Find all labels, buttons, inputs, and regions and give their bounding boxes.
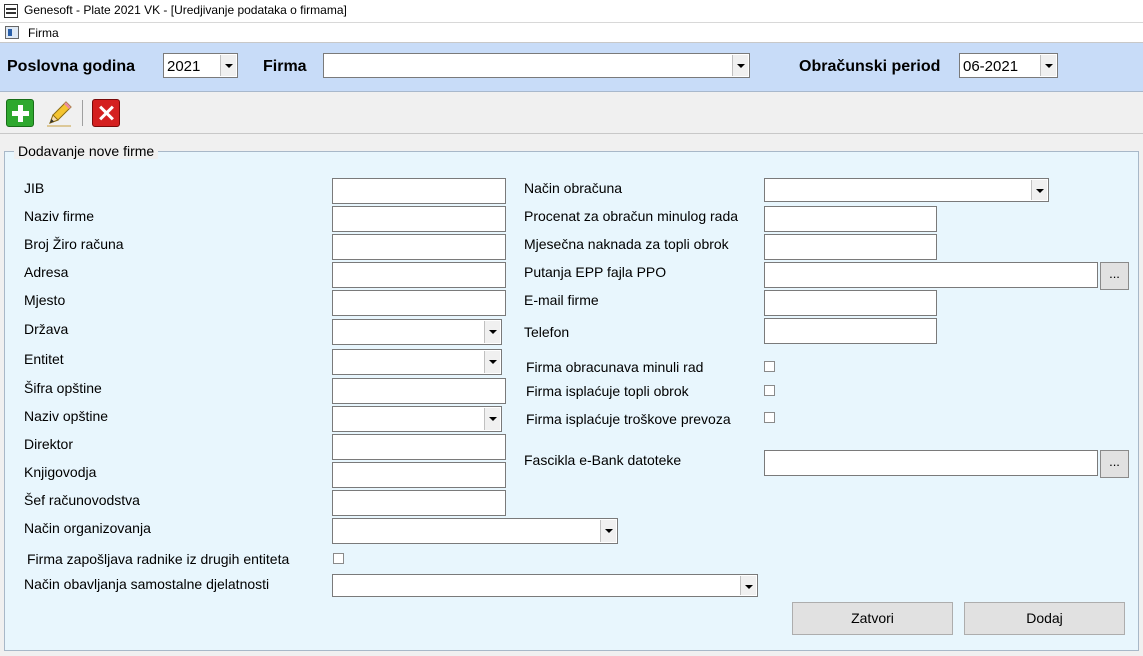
naziv-firme-label: Naziv firme (24, 208, 95, 224)
chevron-down-icon[interactable] (600, 520, 616, 542)
mjesto-input[interactable] (332, 290, 506, 316)
fascikla-browse-button[interactable]: ... (1100, 450, 1129, 478)
putanja-label: Putanja EPP fajla PPO (524, 264, 667, 280)
entitet-select[interactable] (332, 349, 502, 375)
firma-zaposljava-label: Firma zapošljava radnike iz drugih entit… (27, 551, 290, 567)
nacin-obracuna-label: Način obračuna (524, 180, 623, 196)
topli-obrok-label: Firma isplaćuje topli obrok (526, 383, 689, 399)
toolbar-separator (82, 100, 83, 126)
jib-label: JIB (24, 180, 45, 196)
topli-obrok-checkbox[interactable] (764, 385, 775, 396)
chevron-down-icon[interactable] (484, 321, 500, 343)
naknada-input[interactable] (764, 234, 937, 260)
period-value: 06-2021 (963, 58, 1019, 75)
menu-bar: Firma (0, 23, 1143, 43)
sifra-opstine-label: Šifra opštine (24, 380, 102, 396)
adresa-input[interactable] (332, 262, 506, 288)
naziv-opstine-label: Naziv opštine (24, 408, 109, 424)
telefon-input[interactable] (764, 318, 937, 344)
filter-bar: Poslovna godina 2021 Firma Obračunski pe… (0, 43, 1143, 92)
period-label: Obračunski period (799, 58, 941, 75)
minuli-rad-checkbox[interactable] (764, 361, 775, 372)
naziv-opstine-select[interactable] (332, 406, 502, 432)
ziro-input[interactable] (332, 234, 506, 260)
add-icon[interactable] (6, 99, 34, 127)
chevron-down-icon[interactable] (1031, 180, 1047, 200)
fascikla-input[interactable] (764, 450, 1098, 476)
procenat-label: Procenat za obračun minulog rada (524, 208, 739, 224)
godina-select[interactable]: 2021 (163, 53, 238, 78)
menu-firma[interactable]: Firma (28, 26, 59, 40)
email-label: E-mail firme (524, 292, 599, 308)
delete-icon[interactable] (92, 99, 120, 127)
zatvori-button[interactable]: Zatvori (792, 602, 953, 635)
pencil-icon[interactable] (44, 98, 74, 128)
drzava-select[interactable] (332, 319, 502, 345)
chevron-down-icon[interactable] (484, 351, 500, 373)
dodaj-button[interactable]: Dodaj (964, 602, 1125, 635)
group-title: Dodavanje nove firme (14, 143, 159, 159)
title-bar: Genesoft - Plate 2021 VK - [Uredjivanje … (0, 0, 1143, 23)
knjigovodja-input[interactable] (332, 462, 506, 488)
adresa-label: Adresa (24, 264, 69, 280)
prevoz-label: Firma isplaćuje troškove prevoza (526, 411, 731, 427)
window-title: Genesoft - Plate 2021 VK - [Uredjivanje … (24, 3, 347, 17)
firma-zaposljava-checkbox[interactable] (333, 553, 344, 564)
chevron-down-icon[interactable] (732, 55, 748, 76)
app-icon (4, 4, 18, 18)
chevron-down-icon[interactable] (220, 55, 236, 76)
telefon-label: Telefon (524, 324, 570, 340)
jib-input[interactable] (332, 178, 506, 204)
prevoz-checkbox[interactable] (764, 412, 775, 423)
email-input[interactable] (764, 290, 937, 316)
ziro-label: Broj Žiro računa (24, 236, 124, 252)
fascikla-label: Fascikla e-Bank datoteke (524, 452, 682, 468)
knjigovodja-label: Knjigovodja (24, 464, 97, 480)
godina-label: Poslovna godina (7, 58, 136, 75)
putanja-input[interactable] (764, 262, 1098, 288)
direktor-label: Direktor (24, 436, 74, 452)
period-select[interactable]: 06-2021 (959, 53, 1058, 78)
toolbar (0, 92, 1143, 134)
nacin-org-label: Način organizovanja (24, 520, 151, 536)
chevron-down-icon[interactable] (484, 408, 500, 430)
sef-input[interactable] (332, 490, 506, 516)
sifra-opstine-input[interactable] (332, 378, 506, 404)
godina-value: 2021 (167, 58, 201, 75)
putanja-browse-button[interactable]: ... (1100, 262, 1129, 290)
mjesto-label: Mjesto (24, 292, 66, 308)
sef-label: Šef računovodstva (24, 492, 140, 508)
procenat-input[interactable] (764, 206, 937, 232)
minuli-rad-label: Firma obracunava minuli rad (526, 359, 704, 375)
direktor-input[interactable] (332, 434, 506, 460)
chevron-down-icon[interactable] (740, 576, 756, 595)
nacin-samostalne-label: Način obavljanja samostalne djelatnosti (24, 576, 270, 592)
nacin-obracuna-select[interactable] (764, 178, 1049, 202)
naziv-firme-input[interactable] (332, 206, 506, 232)
drzava-label: Država (24, 321, 69, 337)
firma-label: Firma (263, 58, 307, 75)
firma-select[interactable] (323, 53, 750, 78)
chevron-down-icon[interactable] (1040, 55, 1056, 76)
mdi-child-icon[interactable] (5, 26, 19, 39)
entitet-label: Entitet (24, 351, 64, 367)
nacin-org-select[interactable] (332, 518, 618, 544)
naknada-label: Mjesečna naknada za topli obrok (524, 236, 729, 252)
nacin-samostalne-select[interactable] (332, 574, 758, 597)
